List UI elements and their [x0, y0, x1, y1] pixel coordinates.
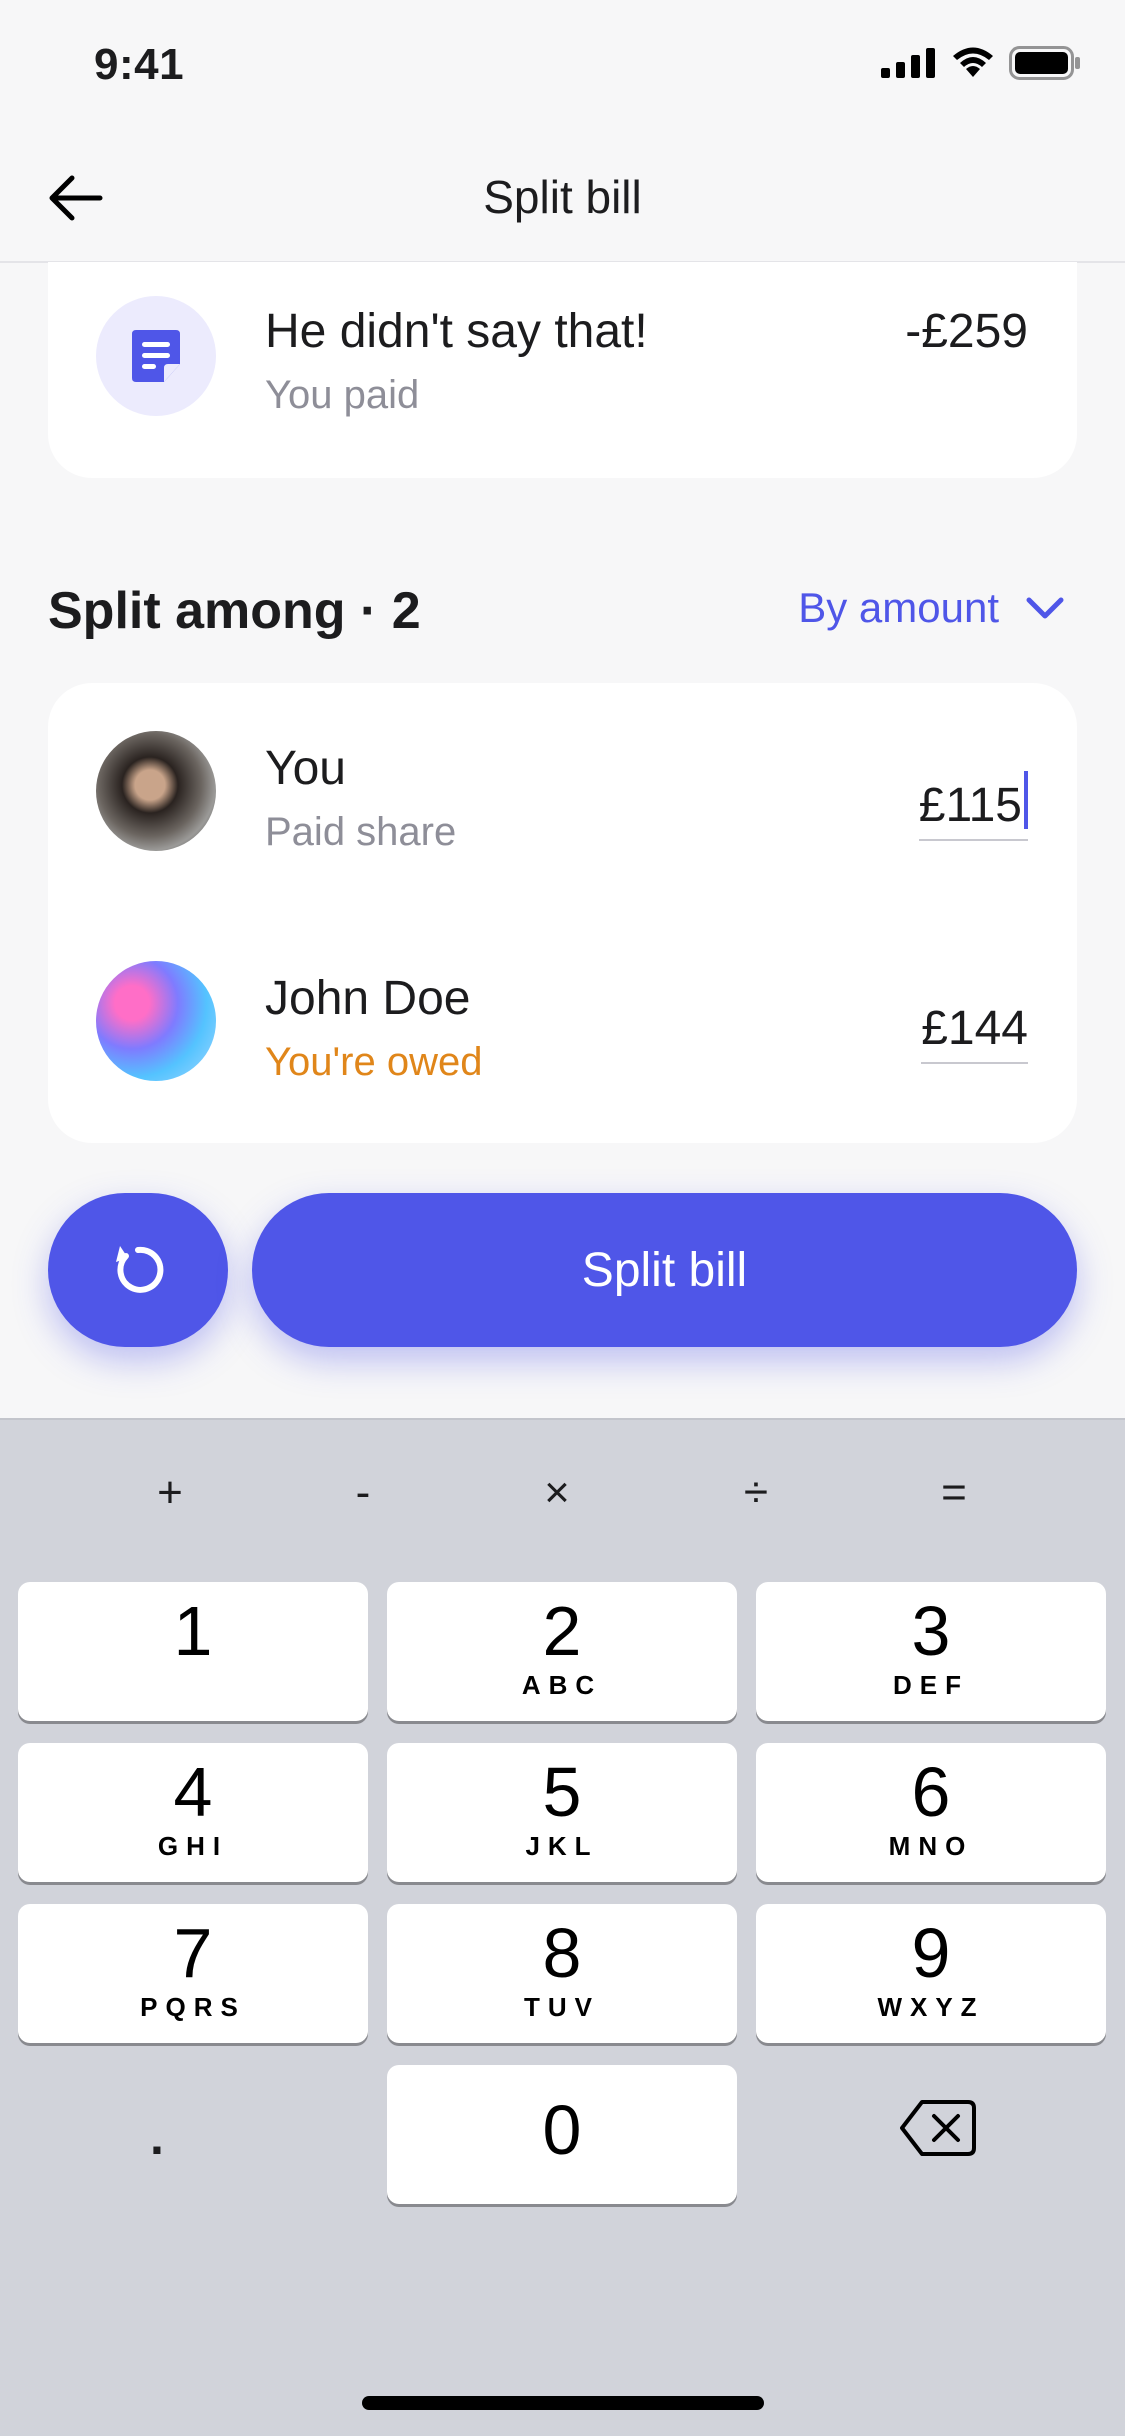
bill-icon [96, 296, 216, 416]
wifi-icon [953, 47, 993, 77]
text-cursor [1024, 771, 1028, 829]
bill-title: He didn't say that! [265, 305, 648, 358]
decimal-key[interactable]: . [150, 2108, 164, 2166]
avatar [96, 961, 216, 1081]
cellular-signal-icon [881, 48, 935, 78]
battery-icon [1009, 46, 1080, 80]
minus-key[interactable]: - [323, 1468, 403, 1518]
key-digit: 2 [542, 1592, 582, 1670]
key-digit: 9 [911, 1914, 951, 1992]
delete-key[interactable] [898, 2096, 978, 2165]
key-letters: DEF [893, 1670, 969, 1700]
split-mode-label: By amount [798, 584, 999, 631]
split-among-heading: Split among · 2 [48, 582, 421, 640]
key-digit: 3 [911, 1592, 951, 1670]
key-digit: 7 [173, 1914, 213, 1992]
key-9[interactable]: 9 WXYZ [756, 1904, 1106, 2043]
key-5[interactable]: 5 JKL [387, 1743, 737, 1882]
amount-value: £144 [921, 1002, 1028, 1055]
split-bill-button[interactable]: Split bill [252, 1193, 1077, 1347]
participant-name: John Doe [265, 972, 471, 1025]
multiply-key[interactable]: × [517, 1468, 597, 1518]
plus-key[interactable]: + [130, 1468, 210, 1518]
equals-key[interactable]: = [914, 1468, 994, 1518]
key-digit: 6 [911, 1753, 951, 1831]
receipt-icon [132, 330, 180, 382]
refresh-icon [116, 1246, 164, 1293]
bill-amount: -£259 [905, 305, 1028, 358]
key-3[interactable]: 3 DEF [756, 1582, 1106, 1721]
key-digit: 0 [542, 2091, 582, 2169]
backspace-icon [900, 2100, 976, 2156]
participant-status: You're owed [265, 1040, 483, 1084]
home-indicator [362, 2396, 764, 2410]
key-7[interactable]: 7 PQRS [18, 1904, 368, 2043]
key-4[interactable]: 4 GHI [18, 1743, 368, 1882]
amount-value: £115 [918, 779, 1022, 832]
bill-subtitle: You paid [265, 373, 420, 417]
participant-name: You [265, 742, 346, 795]
split-mode-dropdown[interactable]: By amount [798, 584, 1065, 632]
key-8[interactable]: 8 TUV [387, 1904, 737, 2043]
amount-input-you[interactable]: £115 [918, 771, 1028, 841]
key-letters: TUV [524, 1992, 600, 2022]
key-2[interactable]: 2 ABC [387, 1582, 737, 1721]
key-letters: JKL [525, 1831, 599, 1861]
participant-status: Paid share [265, 810, 457, 854]
key-letters: GHI [157, 1831, 229, 1861]
key-digit: 5 [542, 1753, 582, 1831]
key-letters: MNO [888, 1831, 974, 1861]
key-1[interactable]: 1 [18, 1582, 368, 1721]
key-6[interactable]: 6 MNO [756, 1743, 1106, 1882]
key-letters: ABC [521, 1670, 603, 1700]
divide-key[interactable]: ÷ [716, 1468, 796, 1518]
amount-input-john[interactable]: £144 [921, 1001, 1028, 1064]
status-time: 9:41 [94, 40, 185, 89]
key-0[interactable]: 0 [387, 2065, 737, 2204]
page-title: Split bill [483, 171, 642, 223]
reset-button[interactable] [48, 1193, 228, 1347]
operator-row: + - × ÷ = [0, 1468, 1125, 1528]
chevron-down-icon [1026, 597, 1064, 619]
key-letters: WXYZ [877, 1992, 985, 2022]
key-digit: 1 [173, 1592, 213, 1670]
key-digit: 8 [542, 1914, 582, 1992]
status-icons [881, 46, 1081, 80]
key-digit: 4 [173, 1753, 213, 1831]
key-letters: PQRS [140, 1992, 246, 2022]
avatar [96, 731, 216, 851]
